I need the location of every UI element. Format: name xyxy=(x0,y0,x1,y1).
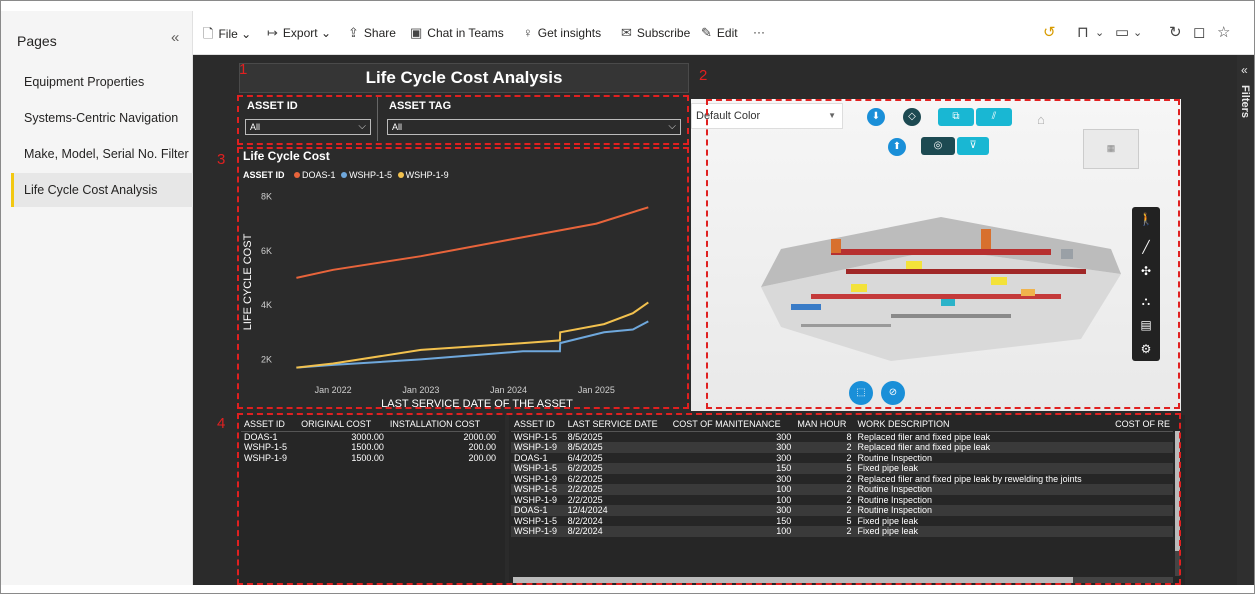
chat-in-teams-button[interactable]: ▣ Chat in Teams xyxy=(410,25,504,41)
reset-icon[interactable]: ↺ xyxy=(1043,23,1056,41)
expand-filters-icon[interactable]: « xyxy=(1241,63,1248,77)
get-insights-button[interactable]: ♀ Get insights xyxy=(523,25,601,40)
page-item-make-model-serial-filter[interactable]: Make, Model, Serial No. Filter xyxy=(11,137,193,171)
export-icon: ↦ xyxy=(267,25,278,40)
edit-button[interactable]: ✎ Edit xyxy=(701,25,738,41)
comment-icon[interactable]: ◻ xyxy=(1193,23,1205,41)
pages-pane: Pages « Equipment Properties Systems-Cen… xyxy=(1,11,193,585)
teams-icon: ▣ xyxy=(410,25,423,40)
more-options-button[interactable]: ··· xyxy=(753,25,765,39)
annotation-box-4 xyxy=(237,413,1181,585)
subscribe-label: Subscribe xyxy=(636,26,691,40)
chevron-down-icon: ⌄ xyxy=(320,26,331,40)
annotation-label-2: 2 xyxy=(699,67,708,84)
annotation-box-2 xyxy=(706,99,1180,409)
share-icon: ⇪ xyxy=(348,25,359,40)
lightbulb-icon: ♀ xyxy=(523,25,533,40)
mail-icon: ✉ xyxy=(621,25,632,40)
toolbar: 🗋 File ⌄ ↦ Export ⌄ ⇪ Share ▣ Chat in Teams … xyxy=(193,11,1254,55)
chevron-down-icon[interactable]: ⌄ xyxy=(1133,26,1142,39)
refresh-icon[interactable]: ↻ xyxy=(1169,23,1182,41)
export-label: Export xyxy=(282,26,318,40)
favorite-star-icon[interactable]: ☆ xyxy=(1217,23,1230,41)
insights-label: Get insights xyxy=(537,26,602,40)
bookmark-icon[interactable]: ⊓ xyxy=(1077,23,1089,41)
file-icon: 🗋 xyxy=(203,26,214,41)
annotation-label-4: 4 xyxy=(217,415,226,432)
filters-label: Filters xyxy=(1239,85,1251,119)
page-title: Life Cycle Cost Analysis xyxy=(239,63,689,93)
collapse-pages-icon[interactable]: « xyxy=(171,29,179,46)
page-item-systems-centric-navigation[interactable]: Systems-Centric Navigation xyxy=(11,101,193,135)
chevron-down-icon[interactable]: ⌄ xyxy=(1095,26,1104,39)
annotation-label-1: 1 xyxy=(239,61,248,78)
chevron-down-icon: ⌄ xyxy=(241,27,252,41)
app-window: Pages « Equipment Properties Systems-Cen… xyxy=(0,0,1255,594)
pages-title: Pages xyxy=(17,33,57,49)
export-menu[interactable]: ↦ Export ⌄ xyxy=(267,25,331,41)
share-label: Share xyxy=(363,26,396,40)
page-item-equipment-properties[interactable]: Equipment Properties xyxy=(11,65,193,99)
share-button[interactable]: ⇪ Share xyxy=(348,25,396,41)
file-label: File xyxy=(218,27,238,41)
chat-label: Chat in Teams xyxy=(427,26,504,40)
annotation-box-1 xyxy=(237,95,689,145)
bottom-strip xyxy=(1,585,1254,593)
annotation-label-3: 3 xyxy=(217,151,226,168)
page-item-life-cycle-cost-analysis[interactable]: Life Cycle Cost Analysis xyxy=(11,173,193,207)
edit-label: Edit xyxy=(716,26,738,40)
pencil-icon: ✎ xyxy=(701,25,712,40)
annotation-box-3 xyxy=(237,147,689,409)
file-menu[interactable]: 🗋 File ⌄ xyxy=(203,25,251,47)
subscribe-button[interactable]: ✉ Subscribe xyxy=(621,25,690,41)
view-icon[interactable]: ▭ xyxy=(1115,23,1129,41)
filters-pane[interactable]: « Filters xyxy=(1237,55,1254,585)
